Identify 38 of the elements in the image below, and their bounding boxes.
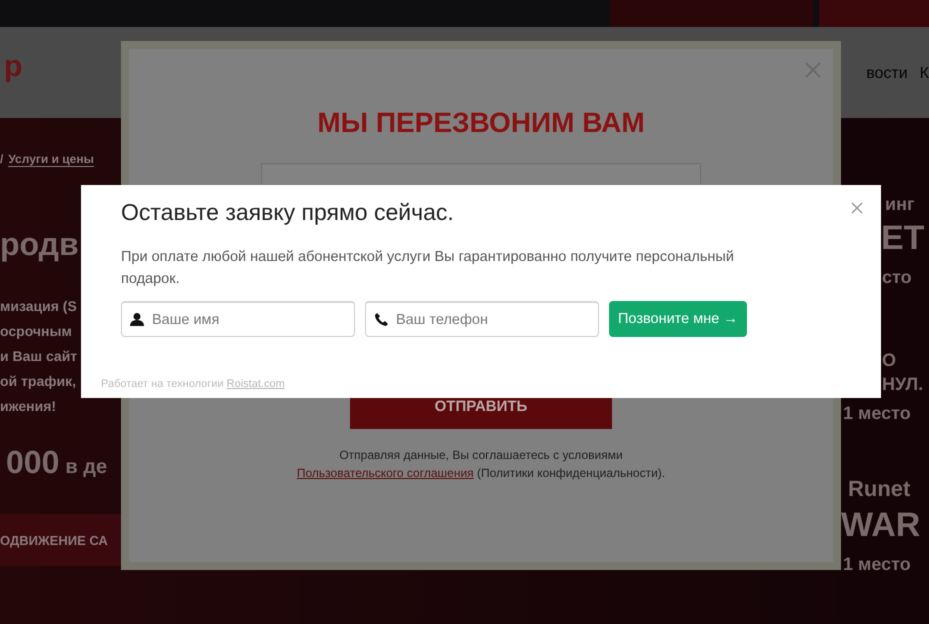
agreement-text: Отправляя данные, Вы соглашаетесь с условиями Пользовательского соглашения (Политики конфиденциальности). xyxy=(296,447,666,482)
hero-text-line: ой трафик, xyxy=(0,372,77,390)
hero-text-line: и Ваш сайт xyxy=(0,347,78,365)
award-text: сто xyxy=(882,266,912,288)
hero-text-line: ижения! xyxy=(0,397,58,415)
award-text: 1 место xyxy=(843,402,911,424)
award-text: НУЛ. xyxy=(882,373,924,395)
name-input-field[interactable]: Ваше имя xyxy=(121,301,355,337)
header-button[interactable] xyxy=(819,0,929,27)
award-text: ЕТ xyxy=(881,218,924,258)
award-text: О xyxy=(882,349,896,371)
price-amount: 000 xyxy=(6,443,60,481)
breadcrumb-separator: / xyxy=(0,152,4,167)
nav-link[interactable]: К xyxy=(920,64,929,82)
modal-description: При оплате любой нашей абонентской услуги Вы гарантированно получите персональный подарок. xyxy=(121,248,735,289)
award-text: 1 место xyxy=(843,553,911,575)
powered-by-text: Работает на технологии Roistat.com xyxy=(101,378,286,390)
header-button[interactable] xyxy=(610,0,813,27)
award-text: WAR xyxy=(841,505,920,545)
cta-button[interactable]: ОДВИЖЕНИЕ СА xyxy=(0,514,121,566)
input-field[interactable] xyxy=(261,163,701,184)
hero-text-line: осрочным xyxy=(0,322,73,340)
nav-link[interactable]: вости xyxy=(866,64,908,82)
user-icon xyxy=(130,312,144,326)
agreement-link[interactable]: Пользовательского соглашения xyxy=(296,466,474,480)
award-text: инг xyxy=(885,193,914,215)
roistat-link[interactable]: Roistat.com xyxy=(226,378,285,390)
breadcrumb-link[interactable]: Услуги и цены xyxy=(8,152,94,167)
price-suffix: в де xyxy=(65,456,108,479)
close-icon[interactable] xyxy=(851,202,863,214)
award-text: Runet xyxy=(848,476,910,502)
hero-title: родв xyxy=(0,226,79,263)
call-me-button[interactable]: Позвоните мне → xyxy=(609,301,747,337)
hero-text-line: мизация (S xyxy=(0,297,78,315)
modal-title: МЫ ПЕРЕЗВОНИМ ВАМ xyxy=(317,107,645,139)
modal-title: Оставьте заявку прямо сейчас. xyxy=(121,199,455,226)
phone-icon xyxy=(374,312,388,326)
phone-input-field[interactable]: Ваш телефон xyxy=(365,301,599,337)
